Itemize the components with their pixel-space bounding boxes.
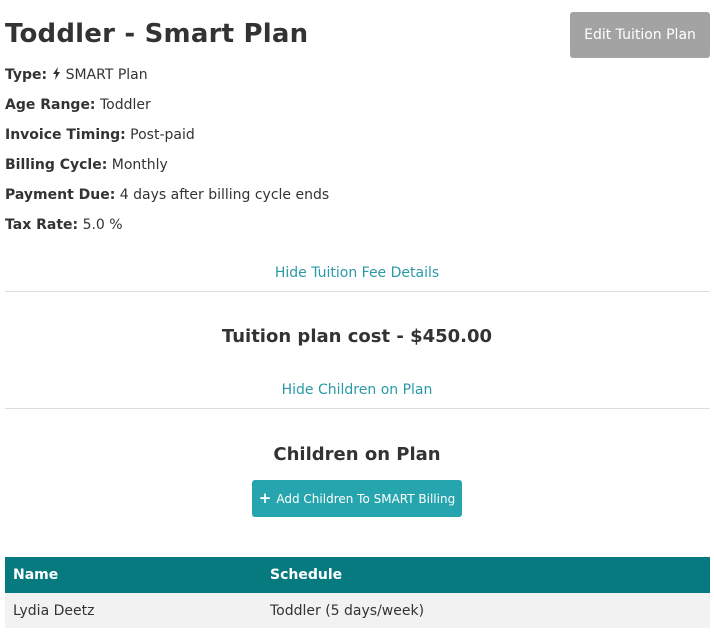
child-name-cell: Lydia Deetz — [5, 593, 262, 628]
detail-billing-cycle-label: Billing Cycle: — [5, 157, 108, 173]
detail-billing-cycle-value: Monthly — [111, 157, 168, 173]
detail-tax-rate-value: 5.0 % — [82, 217, 123, 233]
detail-payment-due-label: Payment Due: — [5, 187, 116, 203]
detail-type-value: SMART Plan — [65, 67, 148, 83]
table-row[interactable]: Lydia Deetz Toddler (5 days/week) — [5, 593, 710, 628]
add-children-button[interactable]: + Add Children To SMART Billing — [252, 480, 462, 517]
plus-icon: + — [258, 489, 272, 507]
detail-invoice-timing-value: Post-paid — [130, 127, 195, 143]
table-header-row: Name Schedule — [5, 557, 710, 593]
detail-age-range: Age Range: Toddler — [5, 93, 329, 123]
plan-details: Type: SMART Plan Age Range: Toddler Invo… — [5, 63, 329, 243]
detail-payment-due: Payment Due: 4 days after billing cycle … — [5, 183, 329, 213]
detail-invoice-timing: Invoice Timing: Post-paid — [5, 123, 329, 153]
column-header-name[interactable]: Name — [5, 557, 262, 593]
detail-tax-rate: Tax Rate: 5.0 % — [5, 213, 329, 243]
detail-age-range-label: Age Range: — [5, 97, 96, 113]
child-schedule-cell: Toddler (5 days/week) — [262, 593, 710, 628]
children-table: Name Schedule Lydia Deetz Toddler (5 day… — [5, 557, 710, 628]
detail-billing-cycle: Billing Cycle: Monthly — [5, 153, 329, 183]
hide-tuition-fee-details-link[interactable]: Hide Tuition Fee Details — [0, 265, 714, 281]
detail-payment-due-value: 4 days after billing cycle ends — [119, 187, 330, 203]
detail-type-label: Type: — [5, 67, 48, 83]
bolt-icon — [52, 67, 60, 80]
hide-children-on-plan-link[interactable]: Hide Children on Plan — [0, 382, 714, 398]
detail-tax-rate-label: Tax Rate: — [5, 217, 79, 233]
detail-type: Type: SMART Plan — [5, 63, 329, 93]
tuition-plan-cost: Tuition plan cost - $450.00 — [221, 326, 493, 347]
detail-age-range-value: Toddler — [100, 97, 151, 113]
add-children-label: Add Children To SMART Billing — [276, 491, 456, 506]
children-on-plan-heading: Children on Plan — [273, 444, 441, 465]
detail-invoice-timing-label: Invoice Timing: — [5, 127, 126, 143]
column-header-schedule[interactable]: Schedule — [262, 557, 710, 593]
divider — [5, 291, 710, 292]
edit-tuition-plan-button[interactable]: Edit Tuition Plan — [570, 12, 710, 58]
page-title: Toddler - Smart Plan — [5, 19, 309, 49]
divider — [5, 408, 710, 409]
